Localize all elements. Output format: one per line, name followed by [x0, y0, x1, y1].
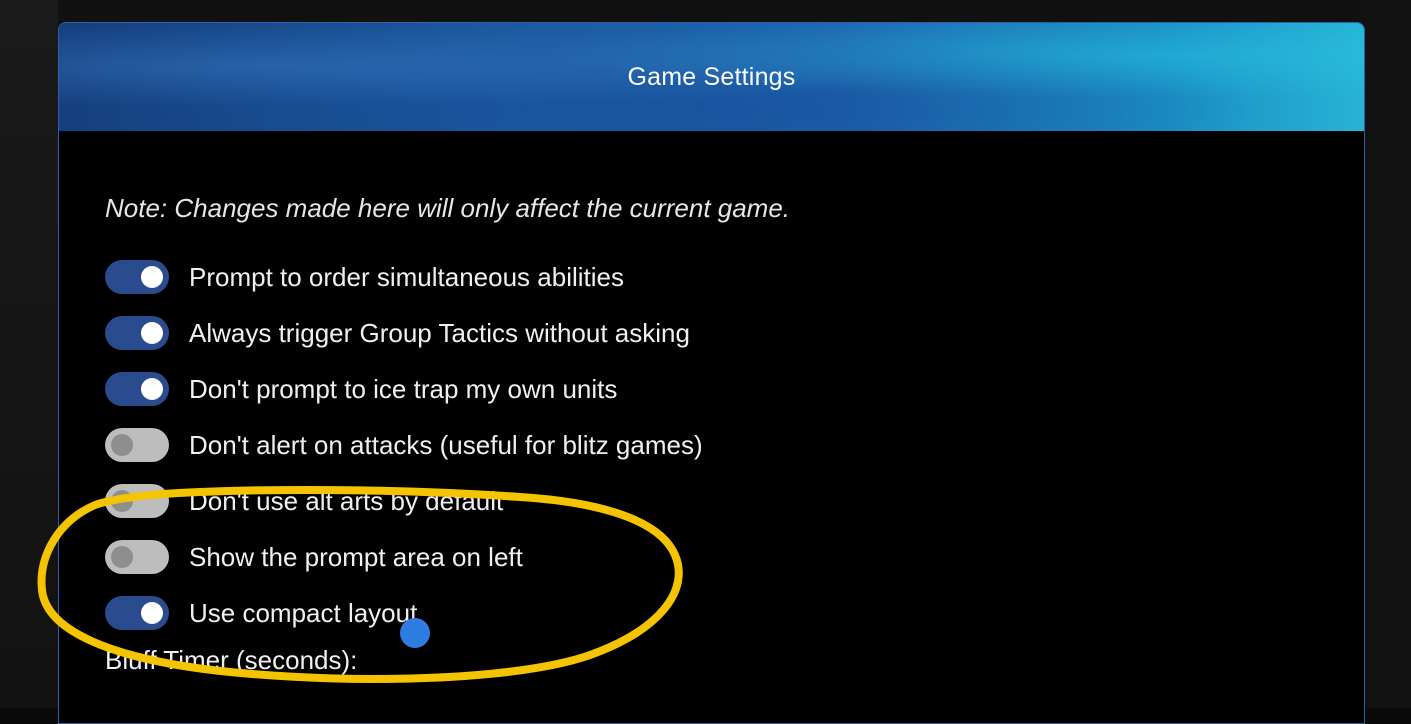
toggle-switch[interactable] — [105, 316, 169, 350]
option-row: Always trigger Group Tactics without ask… — [105, 305, 1364, 361]
option-row: Use compact layout — [105, 585, 1364, 641]
toggle-knob — [141, 602, 163, 624]
toggle-knob — [111, 546, 133, 568]
settings-note: Note: Changes made here will only affect… — [105, 193, 791, 223]
option-label: Don't prompt to ice trap my own units — [189, 373, 618, 404]
toggle-switch[interactable] — [105, 372, 169, 406]
bluff-timer-label: Bluff Timer (seconds): — [105, 645, 358, 675]
option-row: Show the prompt area on left — [105, 529, 1364, 585]
option-row: Prompt to order simultaneous abilities — [105, 249, 1364, 305]
toggle-knob — [141, 378, 163, 400]
option-row: Don't use alt arts by default — [105, 473, 1364, 529]
toggle-switch[interactable] — [105, 596, 169, 630]
dialog-title: Game Settings — [627, 62, 796, 91]
dialog-header: Game Settings — [59, 23, 1364, 131]
option-row: Don't prompt to ice trap my own units — [105, 361, 1364, 417]
bluff-timer-slider-thumb[interactable] — [400, 618, 430, 648]
toggle-knob — [111, 490, 133, 512]
option-label: Don't alert on attacks (useful for blitz… — [189, 429, 703, 460]
game-settings-dialog: Game Settings Note: Changes made here wi… — [58, 22, 1365, 724]
option-label: Prompt to order simultaneous abilities — [189, 261, 624, 292]
toggle-switch[interactable] — [105, 540, 169, 574]
toggle-knob — [141, 322, 163, 344]
toggle-switch[interactable] — [105, 484, 169, 518]
option-row: Don't alert on attacks (useful for blitz… — [105, 417, 1364, 473]
background-right — [1365, 0, 1411, 708]
toggle-switch[interactable] — [105, 428, 169, 462]
option-label: Always trigger Group Tactics without ask… — [189, 317, 690, 348]
toggle-knob — [141, 266, 163, 288]
toggle-knob — [111, 434, 133, 456]
toggle-switch[interactable] — [105, 260, 169, 294]
option-label: Show the prompt area on left — [189, 541, 523, 572]
background-left — [0, 0, 58, 708]
option-label: Don't use alt arts by default — [189, 485, 504, 516]
option-label: Use compact layout — [189, 597, 418, 628]
dialog-body: Note: Changes made here will only affect… — [59, 131, 1364, 685]
